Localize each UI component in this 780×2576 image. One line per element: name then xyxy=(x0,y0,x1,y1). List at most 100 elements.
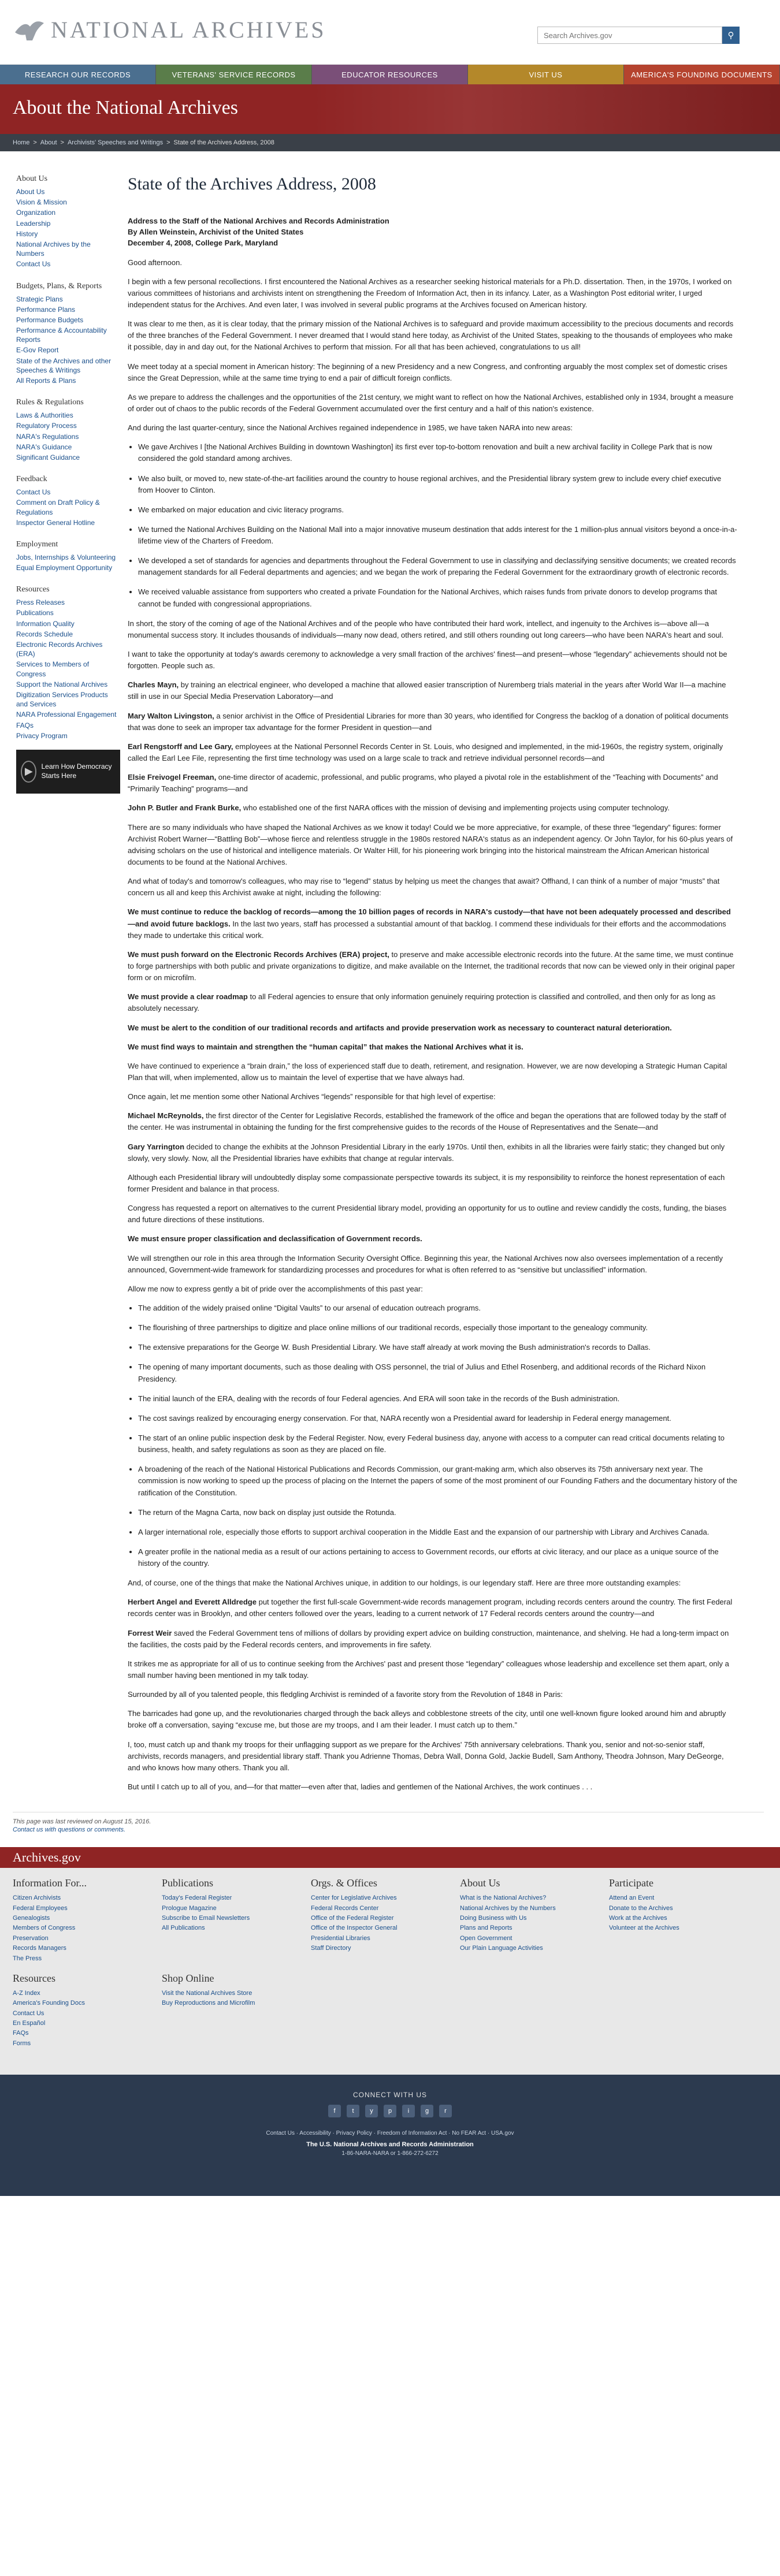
sidebar-link[interactable]: Vision & Mission xyxy=(16,198,118,207)
sidebar-link[interactable]: Equal Employment Opportunity xyxy=(16,563,118,572)
paragraph-text: the first director of the Center for Leg… xyxy=(128,1111,726,1132)
sidebar-link[interactable]: Publications xyxy=(16,608,118,617)
sidebar-heading: Employment xyxy=(16,539,58,549)
learn-democracy-box[interactable]: ▶ Learn How Democracy Starts Here xyxy=(16,749,120,794)
social-icon[interactable]: r xyxy=(439,2105,452,2118)
nav-visit[interactable]: VISIT US xyxy=(468,65,624,84)
nav-educator[interactable]: EDUCATOR RESOURCES xyxy=(312,65,468,84)
sidebar-link[interactable]: Regulatory Process xyxy=(16,421,118,430)
footer-link[interactable]: Genealogists xyxy=(13,1914,162,1923)
sidebar-link[interactable]: Contact Us xyxy=(16,487,118,497)
sidebar-link[interactable]: Press Releases xyxy=(16,598,118,607)
footer-link[interactable]: All Publications xyxy=(162,1924,311,1933)
footer-link[interactable]: Visit the National Archives Store xyxy=(162,1989,311,1998)
sidebar-link[interactable]: Electronic Records Archives (ERA) xyxy=(16,640,118,658)
footer-link[interactable]: Subscribe to Email Newsletters xyxy=(162,1914,311,1923)
sidebar-link[interactable]: Records Schedule xyxy=(16,630,118,639)
footer-link[interactable]: Plans and Reports xyxy=(460,1924,609,1933)
sidebar-link[interactable]: Information Quality xyxy=(16,619,118,628)
breadcrumb-about[interactable]: About xyxy=(40,139,57,146)
footer-link[interactable]: The Press xyxy=(13,1955,162,1963)
nav-founding-docs[interactable]: AMERICA'S FOUNDING DOCUMENTS xyxy=(624,65,780,84)
paragraph: I begin with a few personal recollection… xyxy=(128,276,738,311)
footer-link[interactable]: Staff Directory xyxy=(311,1944,460,1953)
footer-link[interactable]: Prologue Magazine xyxy=(162,1904,311,1913)
sidebar-link[interactable]: Contact Us xyxy=(16,259,118,269)
footer-link[interactable]: Members of Congress xyxy=(13,1924,162,1933)
social-icon[interactable]: t xyxy=(347,2105,359,2118)
sidebar-link[interactable]: Performance Plans xyxy=(16,305,118,314)
sidebar-link[interactable]: Leadership xyxy=(16,219,118,228)
footer-link[interactable]: FAQs xyxy=(13,2029,162,2038)
footer-link[interactable]: National Archives by the Numbers xyxy=(460,1904,609,1913)
search-input[interactable] xyxy=(537,27,722,44)
sidebar-link[interactable]: Organization xyxy=(16,208,118,217)
social-icon[interactable]: p xyxy=(384,2105,396,2118)
footer-link[interactable]: Doing Business with Us xyxy=(460,1914,609,1923)
sidebar-link[interactable]: Significant Guidance xyxy=(16,453,118,462)
footer-link[interactable]: Volunteer at the Archives xyxy=(609,1924,758,1933)
sidebar-link[interactable]: Laws & Authorities xyxy=(16,411,118,420)
sidebar-link[interactable]: Digitization Services Products and Servi… xyxy=(16,690,118,709)
sidebar-link[interactable]: State of the Archives and other Speeches… xyxy=(16,356,118,375)
footer-column-heading: Participate xyxy=(609,1877,653,1889)
sidebar-link[interactable]: Comment on Draft Policy & Regulations xyxy=(16,498,118,516)
footer-link[interactable]: Attend an Event xyxy=(609,1894,758,1903)
sidebar-link[interactable]: Services to Members of Congress xyxy=(16,660,118,678)
search-button[interactable]: ⚲ xyxy=(722,27,740,44)
footer-link[interactable]: Office of the Federal Register xyxy=(311,1914,460,1923)
footer-link[interactable]: A-Z Index xyxy=(13,1989,162,1998)
sidebar-link[interactable]: Performance Budgets xyxy=(16,315,118,325)
footer-link[interactable]: Office of the Inspector General xyxy=(311,1924,460,1933)
footer-link[interactable]: Citizen Archivists xyxy=(13,1894,162,1903)
social-icon[interactable]: i xyxy=(402,2105,415,2118)
footer-legal-links[interactable]: Contact Us · Accessibility · Privacy Pol… xyxy=(266,2130,514,2136)
breadcrumb-home[interactable]: Home xyxy=(13,139,29,146)
footer-link[interactable]: Presidential Libraries xyxy=(311,1934,460,1943)
sidebar-heading: About Us xyxy=(16,174,48,183)
social-icon[interactable]: y xyxy=(365,2105,378,2118)
site-logo[interactable]: NATIONAL ARCHIVES xyxy=(13,15,326,44)
footer-link[interactable]: Federal Records Center xyxy=(311,1904,460,1913)
breadcrumb-speeches[interactable]: Archivists' Speeches and Writings xyxy=(68,139,163,146)
nav-veterans[interactable]: VETERANS' SERVICE RECORDS xyxy=(156,65,312,84)
paragraph-text: saved the Federal Government tens of mil… xyxy=(128,1628,729,1649)
sidebar-link[interactable]: Performance & Accountability Reports xyxy=(16,326,118,344)
social-icon[interactable]: g xyxy=(421,2105,433,2118)
footer-link[interactable]: En Español xyxy=(13,2019,162,2028)
contact-link[interactable]: Contact us with questions or comments. xyxy=(13,1826,125,1833)
sidebar-link[interactable]: National Archives by the Numbers xyxy=(16,240,118,258)
footer-link[interactable]: Our Plain Language Activities xyxy=(460,1944,609,1953)
nav-research[interactable]: RESEARCH OUR RECORDS xyxy=(0,65,156,84)
footer-link[interactable]: Center for Legislative Archives xyxy=(311,1894,460,1903)
footer-link[interactable]: Federal Employees xyxy=(13,1904,162,1913)
footer-link[interactable]: Forms xyxy=(13,2039,162,2048)
sidebar-link[interactable]: Jobs, Internships & Volunteering xyxy=(16,553,118,562)
sidebar-link[interactable]: Support the National Archives xyxy=(16,680,118,689)
sidebar-link[interactable]: Strategic Plans xyxy=(16,295,118,304)
sidebar-link[interactable]: NARA's Guidance xyxy=(16,442,118,452)
footer-link[interactable]: What is the National Archives? xyxy=(460,1894,609,1903)
sidebar-link[interactable]: All Reports & Plans xyxy=(16,376,118,385)
paragraph: But until I catch up to all of you, and—… xyxy=(128,1781,738,1793)
social-links: ftypigr xyxy=(328,2105,452,2118)
sidebar-link[interactable]: Inspector General Hotline xyxy=(16,518,118,527)
sidebar-link[interactable]: About Us xyxy=(16,187,118,196)
sidebar-link[interactable]: Privacy Program xyxy=(16,731,118,740)
social-icon[interactable]: f xyxy=(328,2105,341,2118)
footer-link[interactable]: Preservation xyxy=(13,1934,162,1943)
sidebar-link[interactable]: FAQs xyxy=(16,721,118,730)
sidebar-link[interactable]: History xyxy=(16,229,118,239)
footer-link[interactable]: Today's Federal Register xyxy=(162,1894,311,1903)
footer-link[interactable]: Work at the Archives xyxy=(609,1914,758,1923)
sidebar-link[interactable]: E-Gov Report xyxy=(16,345,118,355)
footer-link[interactable]: Donate to the Archives xyxy=(609,1904,758,1913)
sidebar-link[interactable]: NARA's Regulations xyxy=(16,432,118,441)
footer-link[interactable]: America's Founding Docs xyxy=(13,1999,162,2008)
footer-link[interactable]: Buy Reproductions and Microfilm xyxy=(162,1999,311,2008)
footer-link[interactable]: Open Government xyxy=(460,1934,609,1943)
paragraph-text: We have continued to experience a “brain… xyxy=(128,1061,727,1082)
footer-link[interactable]: Records Managers xyxy=(13,1944,162,1953)
footer-link[interactable]: Contact Us xyxy=(13,2009,162,2018)
sidebar-link[interactable]: NARA Professional Engagement xyxy=(16,710,118,719)
